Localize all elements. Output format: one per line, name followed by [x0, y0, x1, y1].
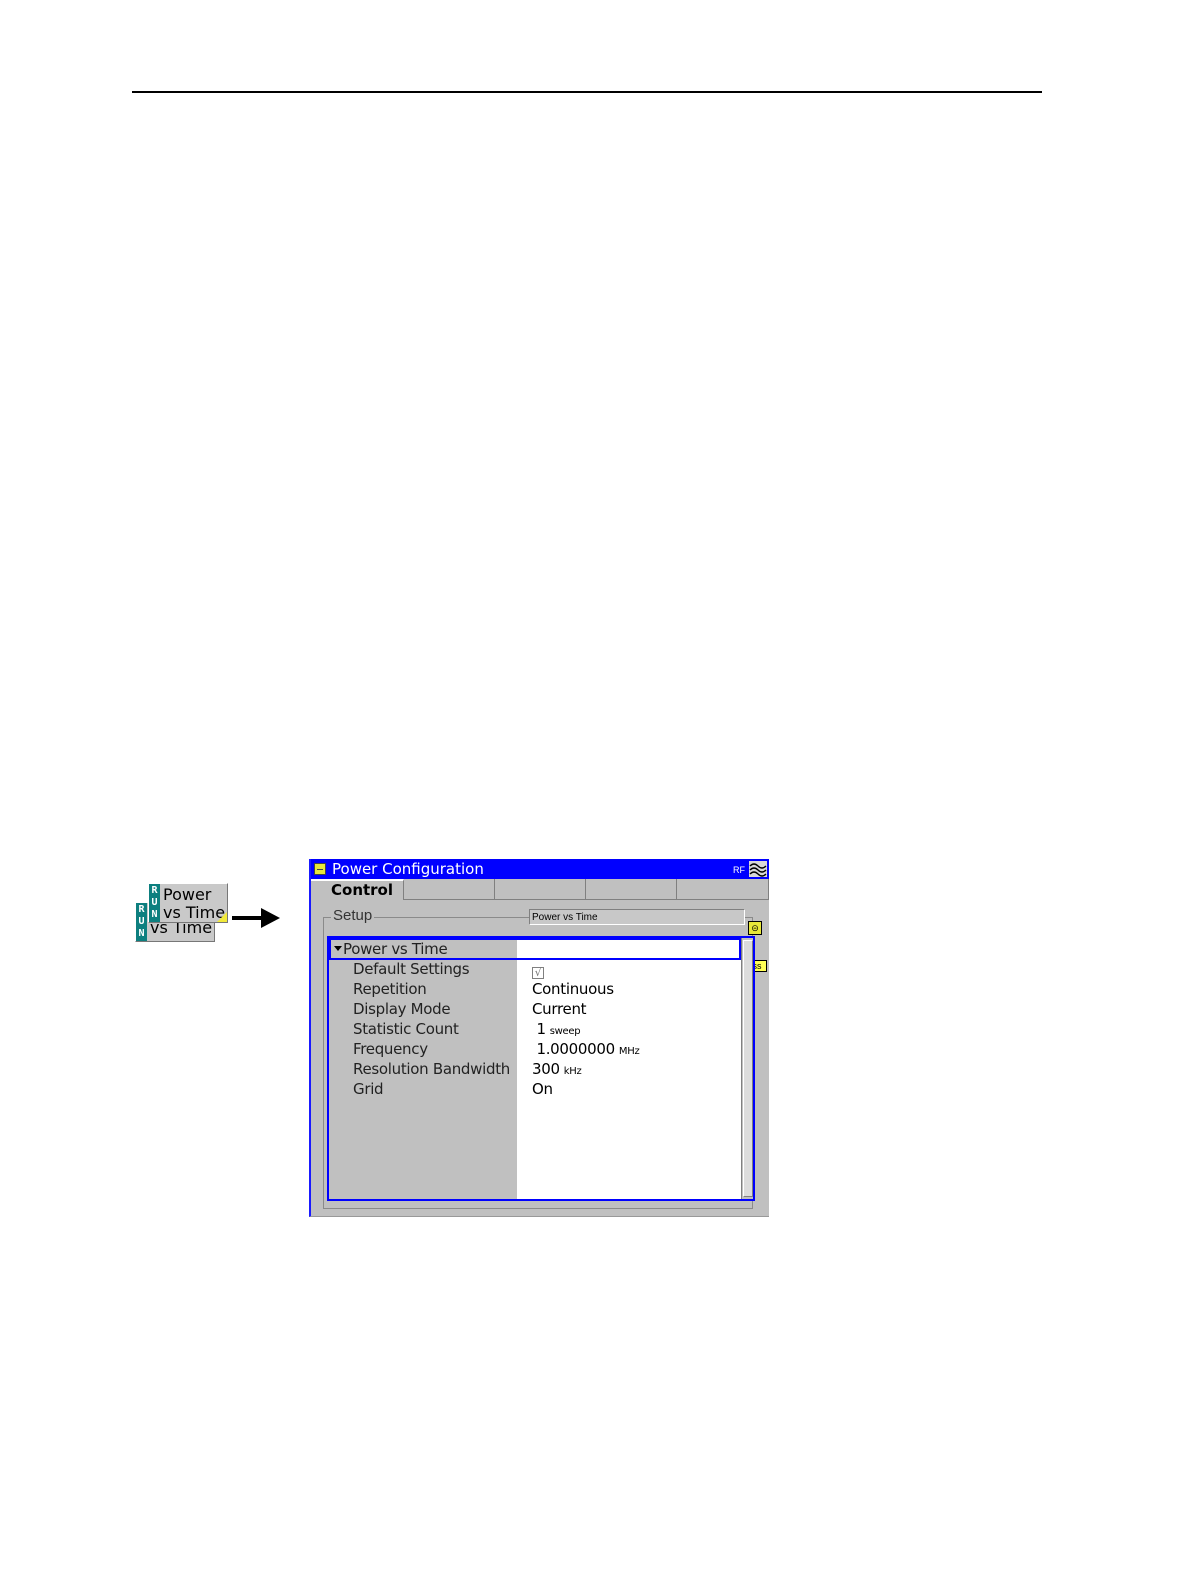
row-value[interactable]: Current [532, 999, 587, 1019]
tab-5[interactable] [677, 879, 769, 900]
tree-header-label: Power vs Time [343, 940, 448, 958]
tab-2[interactable] [404, 879, 495, 900]
rf-signal-icon [749, 861, 767, 877]
tree-row-display-mode[interactable]: Display Mode Current [329, 999, 741, 1019]
row-unit: MHz [618, 1046, 640, 1057]
tree-row-repetition[interactable]: Repetition Continuous [329, 979, 741, 999]
row-name: Frequency [353, 1040, 428, 1058]
rf-label: RF [733, 865, 745, 875]
status-field: Power vs Time [529, 909, 745, 925]
tree-row-frequency[interactable]: Frequency 1.0000000 MHz [329, 1039, 741, 1059]
tree-header-power-vs-time[interactable]: Power vs Time [329, 939, 741, 959]
row-name: Display Mode [353, 1000, 451, 1018]
tree-row-resolution-bandwidth[interactable]: Resolution Bandwidth 300 kHz [329, 1059, 741, 1079]
run-indicator: RUN [136, 903, 147, 941]
row-value[interactable]: On [532, 1079, 553, 1099]
softkey-corner-marker [217, 912, 227, 922]
tree-row-statistic-count[interactable]: Statistic Count 1 sweep [329, 1019, 741, 1039]
compress-toggle-icon[interactable]: ⊝ [748, 921, 762, 935]
window-menu-icon[interactable] [314, 863, 326, 875]
tab-control[interactable]: Control [311, 879, 404, 900]
tree-row-grid[interactable]: Grid On [329, 1079, 741, 1099]
row-unit: kHz [563, 1066, 582, 1077]
row-unit: sweep [549, 1026, 581, 1037]
expand-caret-icon[interactable] [334, 946, 342, 951]
row-name: Repetition [353, 980, 427, 998]
power-configuration-window: Power Configuration RF Control Setup Pow… [309, 859, 769, 1217]
vertical-scrollbar[interactable] [741, 938, 753, 1199]
settings-tree: Power vs Time Default Settings √ Repetit… [327, 936, 755, 1201]
setup-group-label: Setup [331, 907, 375, 925]
row-name: Default Settings [353, 960, 470, 978]
row-name: Grid [353, 1080, 384, 1098]
row-name: Statistic Count [353, 1020, 459, 1038]
tab-bar: Control [311, 879, 769, 901]
row-name: Resolution Bandwidth [353, 1060, 511, 1078]
softkey-label: Power vs Time [163, 885, 226, 922]
softkey-power-vs-time[interactable]: RUN Power vs Time [148, 883, 228, 923]
tab-3[interactable] [495, 879, 586, 900]
row-value[interactable]: Continuous [532, 979, 614, 999]
window-title: Power Configuration [332, 860, 484, 878]
scrollbar-thumb[interactable] [743, 940, 753, 1197]
page-header-rule [132, 91, 1042, 93]
run-indicator: RUN [149, 884, 160, 922]
row-value[interactable]: √ [532, 959, 544, 979]
window-titlebar: Power Configuration RF [311, 859, 769, 879]
tree-row-default-settings[interactable]: Default Settings √ [329, 959, 741, 979]
tab-4[interactable] [586, 879, 677, 900]
right-arrow-icon [232, 908, 280, 928]
default-settings-checkbox[interactable]: √ [532, 967, 544, 979]
